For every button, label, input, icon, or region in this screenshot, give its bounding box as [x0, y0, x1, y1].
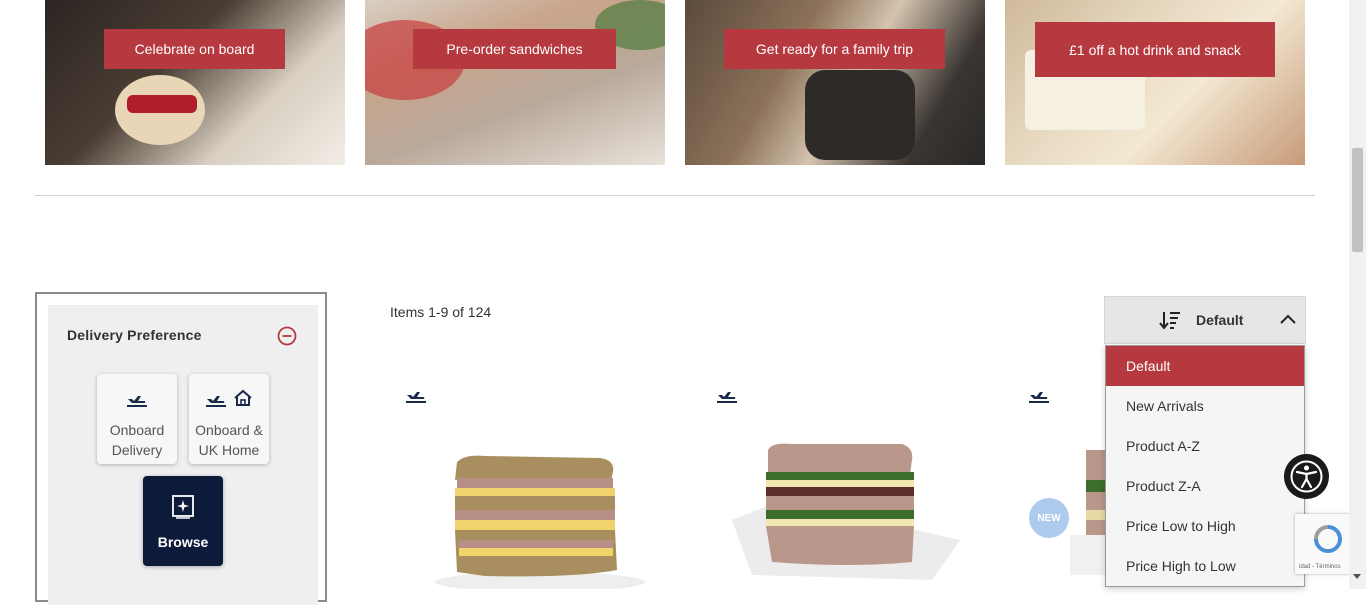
- section-divider: [35, 195, 1315, 196]
- sort-descending-icon: [1159, 312, 1180, 329]
- sort-option-price-high-low[interactable]: Price High to Low: [1106, 546, 1304, 586]
- sort-options-list: Default New Arrivals Product A-Z Product…: [1105, 345, 1305, 587]
- items-count: Items 1-9 of 124: [390, 304, 492, 320]
- seat-shape: [805, 70, 915, 160]
- accessibility-icon: [1290, 460, 1323, 493]
- onboard-and-uk-home-option[interactable]: Onboard & UK Home: [189, 374, 269, 464]
- accessibility-button[interactable]: [1284, 454, 1329, 499]
- promo-banner-family-trip[interactable]: Get ready for a family trip: [685, 0, 985, 165]
- sort-option-new-arrivals[interactable]: New Arrivals: [1106, 386, 1304, 426]
- recaptcha-badge[interactable]: idad - Términos: [1295, 514, 1357, 574]
- sort-current-label: Default: [1196, 312, 1244, 328]
- delivery-preference-title: Delivery Preference: [67, 327, 202, 343]
- promo-label[interactable]: Get ready for a family trip: [724, 29, 945, 69]
- product-image-sandwich[interactable]: [1060, 440, 1110, 575]
- sort-dropdown-button[interactable]: Default: [1104, 296, 1306, 344]
- promo-label[interactable]: Celebrate on board: [104, 29, 285, 69]
- sort-option-default[interactable]: Default: [1106, 346, 1304, 386]
- sort-option-product-z-a[interactable]: Product Z-A: [1106, 466, 1304, 506]
- promo-banner-sandwiches[interactable]: Pre-order sandwiches: [365, 0, 665, 165]
- sort-option-price-low-high[interactable]: Price Low to High: [1106, 506, 1304, 546]
- jam-shape: [127, 95, 197, 113]
- promo-label[interactable]: Pre-order sandwiches: [413, 29, 616, 69]
- plane-departure-icon: [127, 396, 147, 407]
- onboard-delivery-option[interactable]: Onboard Delivery: [97, 374, 177, 464]
- plane-departure-icon: [1029, 392, 1049, 403]
- plane-departure-icon: [206, 396, 226, 407]
- recaptcha-terms[interactable]: idad - Términos: [1299, 564, 1341, 570]
- delivery-preference-panel: Delivery Preference Onboard Delivery Onb…: [35, 292, 327, 605]
- sort-option-product-a-z[interactable]: Product A-Z: [1106, 426, 1304, 466]
- chevron-up-icon: [1280, 314, 1296, 324]
- browse-option[interactable]: Browse: [143, 476, 223, 566]
- scrollbar-thumb[interactable]: [1352, 148, 1363, 252]
- product-image-salad-sandwich[interactable]: [732, 440, 960, 580]
- promo-banner-celebrate[interactable]: Celebrate on board: [45, 0, 345, 165]
- browse-icon: [172, 495, 194, 519]
- collapse-button[interactable]: [277, 326, 297, 346]
- promo-label[interactable]: £1 off a hot drink and snack: [1035, 22, 1275, 77]
- new-badge: NEW: [1029, 498, 1069, 538]
- product-image-tuna-sandwich[interactable]: [425, 450, 660, 589]
- promo-image: [45, 0, 345, 165]
- minus-circle-icon[interactable]: [277, 326, 297, 346]
- plane-departure-icon: [406, 392, 426, 403]
- home-icon: [234, 389, 252, 406]
- scroll-down-arrow-icon[interactable]: [1353, 574, 1361, 579]
- recaptcha-icon: [1314, 525, 1342, 553]
- plane-departure-icon: [717, 392, 737, 403]
- promo-banner-hot-drink[interactable]: £1 off a hot drink and snack: [1005, 0, 1305, 165]
- vertical-scrollbar[interactable]: [1349, 0, 1366, 589]
- option-label: Onboard Delivery: [109, 422, 165, 458]
- option-label: Onboard & UK Home: [195, 422, 263, 458]
- delivery-preference-inner: Delivery Preference Onboard Delivery Onb…: [48, 305, 318, 605]
- option-label: Browse: [157, 534, 209, 550]
